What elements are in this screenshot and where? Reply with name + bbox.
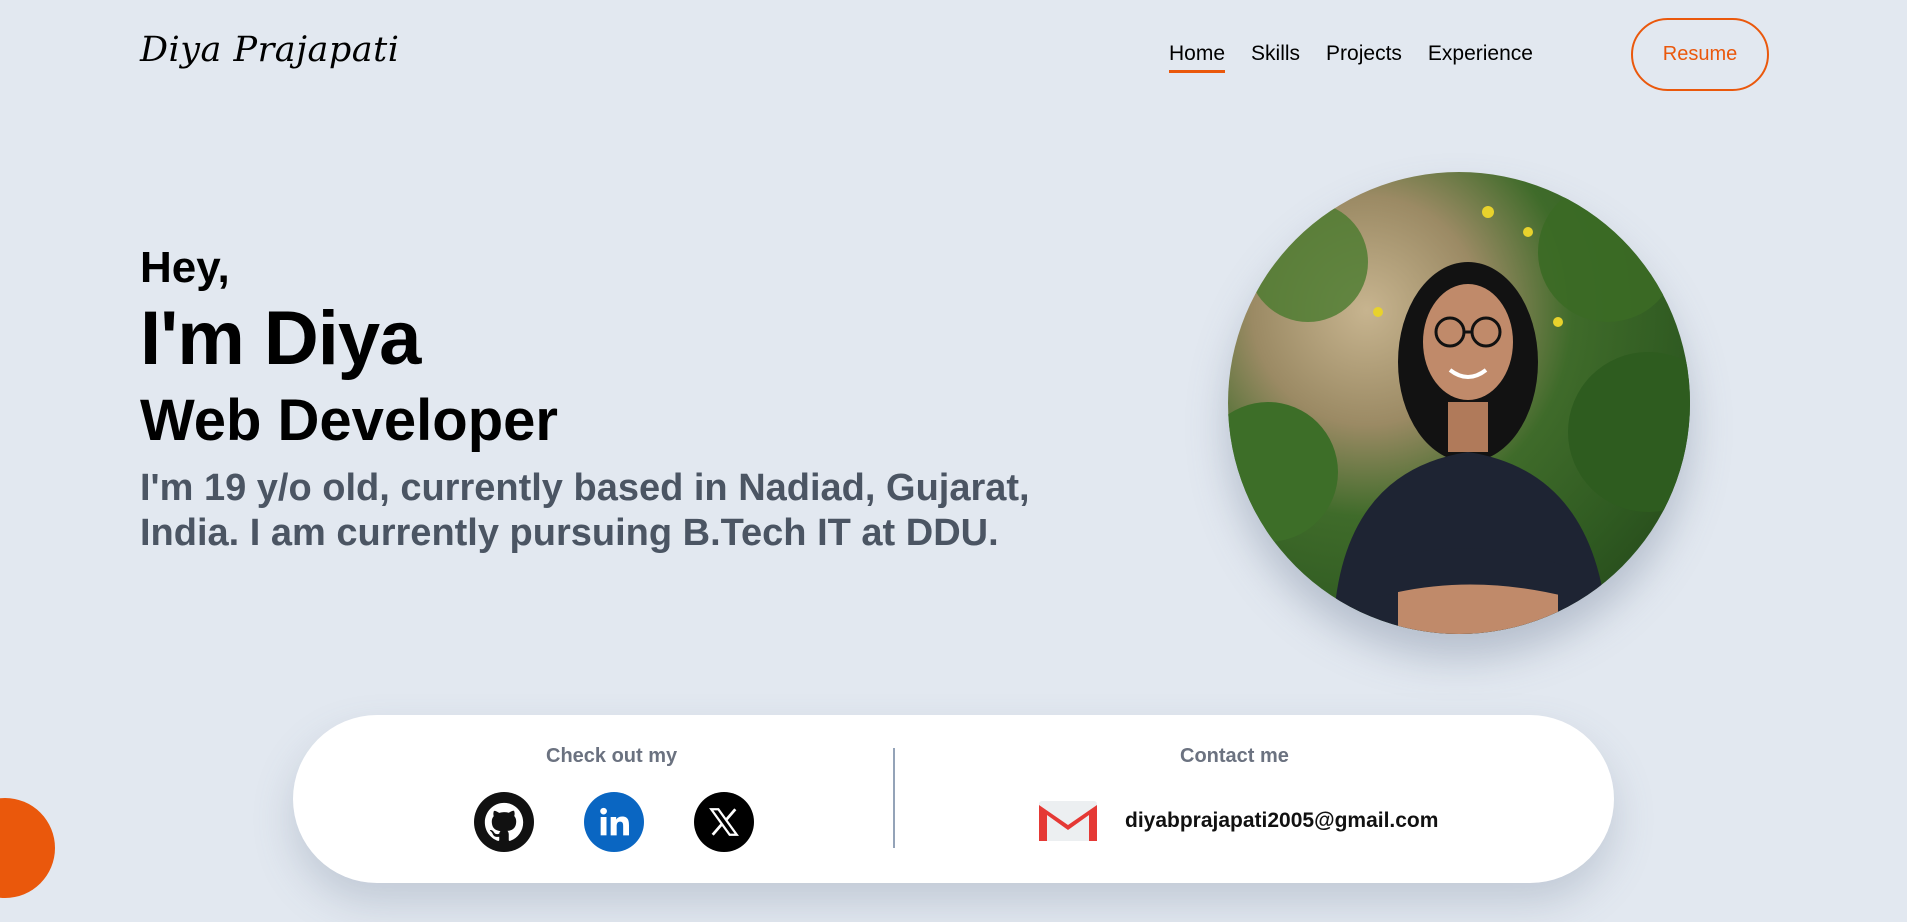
profile-photo — [1228, 172, 1690, 634]
linkedin-icon-glyph — [600, 807, 629, 836]
nav-skills[interactable]: Skills — [1251, 42, 1300, 73]
hero-greeting: Hey, — [140, 243, 230, 292]
card-divider — [893, 748, 895, 848]
floating-action-button[interactable] — [0, 798, 55, 898]
github-icon[interactable] — [474, 792, 534, 852]
hero-bio: I'm 19 y/o old, currently based in Nadia… — [140, 466, 1060, 556]
social-heading: Check out my — [546, 745, 678, 767]
gmail-icon[interactable] — [1037, 797, 1099, 848]
contact-heading: Contact me — [1180, 745, 1289, 767]
profile-photo-illustration — [1228, 182, 1690, 634]
social-links — [474, 792, 754, 852]
nav-experience[interactable]: Experience — [1428, 42, 1533, 73]
hero-bio-line: I'm 19 y/o old, currently based in Nadia… — [140, 467, 1030, 509]
hero-bio-line: India. I am currently pursuing B.Tech IT… — [140, 512, 999, 554]
nav-home[interactable]: Home — [1169, 42, 1226, 73]
nav-projects[interactable]: Projects — [1326, 42, 1402, 73]
main-nav: Home Skills Projects Experience — [1169, 42, 1533, 73]
x-icon[interactable] — [694, 792, 754, 852]
contact-card: Check out my Contact me diyabprajapati20… — [293, 715, 1614, 883]
gmail-icon-glyph — [1039, 801, 1097, 841]
site-logo[interactable]: Diya Prajapati — [140, 30, 399, 70]
linkedin-icon[interactable] — [584, 792, 644, 852]
hero-name: I'm Diya — [140, 296, 421, 381]
page: Diya Prajapati Home Skills Projects Expe… — [0, 0, 1907, 922]
hero-role: Web Developer — [140, 388, 558, 453]
hero-section: Hey, I'm Diya Web Developer I'm 19 y/o o… — [140, 240, 1060, 556]
x-icon-glyph — [709, 808, 739, 836]
resume-button[interactable]: Resume — [1631, 18, 1769, 91]
github-icon-glyph — [484, 802, 524, 841]
email-link[interactable]: diyabprajapati2005@gmail.com — [1125, 809, 1438, 833]
